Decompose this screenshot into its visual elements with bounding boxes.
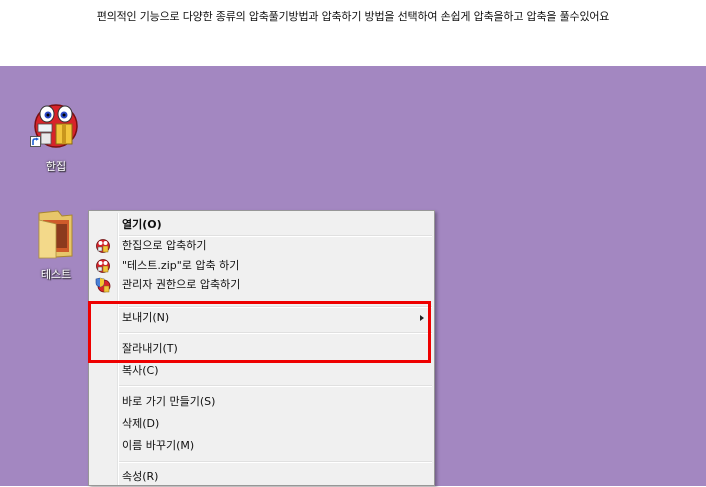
menu-item-create-shortcut[interactable]: 바로 가기 만들기(S) xyxy=(122,392,215,412)
menu-item-compress-hanzip[interactable]: 한집으로 압축하기 xyxy=(122,236,206,256)
desktop-icon-label: 테스트 xyxy=(40,268,72,281)
menu-item-copy[interactable]: 복사(C) xyxy=(122,361,159,381)
folder-icon xyxy=(38,210,73,259)
menu-item-compress-admin[interactable]: 관리자 권한으로 압축하기 xyxy=(122,275,240,295)
menu-item-delete[interactable]: 삭제(D) xyxy=(122,414,159,434)
caption-bar: 편의적인 기능으로 다양한 종류의 압축풀기방법과 압축하기 방법을 선택하여 … xyxy=(0,0,706,66)
hanzip-zip-icon xyxy=(96,259,110,273)
menu-separator xyxy=(119,461,432,463)
menu-item-compress-zip[interactable]: "테스트.zip"로 압축 하기 xyxy=(122,256,239,276)
hanzip-compress-icon xyxy=(96,239,110,253)
highlight-box xyxy=(88,301,431,363)
admin-shield-compress-icon xyxy=(95,277,111,293)
menu-separator xyxy=(119,385,432,387)
desktop-icon-label: 한집 xyxy=(45,160,67,173)
desktop-icon-test-folder[interactable]: 테스트 xyxy=(26,210,86,282)
menu-item-open[interactable]: 열기(O) xyxy=(122,215,162,235)
desktop-icon-hanzip[interactable]: 한집 xyxy=(26,100,86,174)
shortcut-arrow-icon xyxy=(30,136,41,147)
menu-item-rename[interactable]: 이름 바꾸기(M) xyxy=(122,436,194,456)
caption-text: 편의적인 기능으로 다양한 종류의 압축풀기방법과 압축하기 방법을 선택하여 … xyxy=(96,10,610,23)
desktop: 한집 테스트 열기(O) 한집으로 압축하기 "테스트.zip"로 압축 하기 … xyxy=(0,66,706,486)
menu-item-properties[interactable]: 속성(R) xyxy=(122,467,158,487)
